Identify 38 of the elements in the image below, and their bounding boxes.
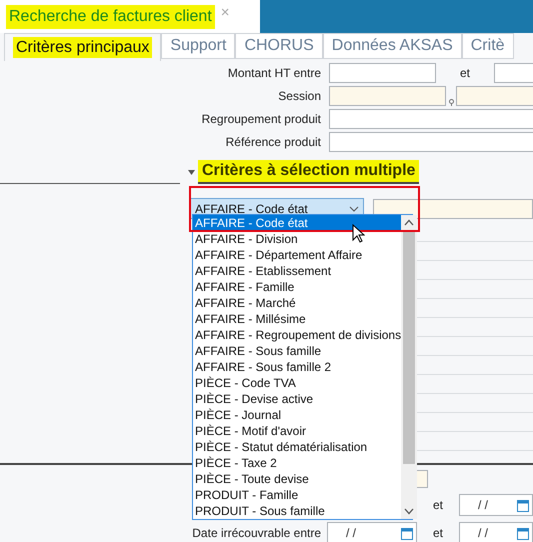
- list-item[interactable]: PIÈCE - Journal: [193, 407, 402, 423]
- date-field[interactable]: / /: [327, 522, 417, 542]
- list-item[interactable]: PRODUIT - Famille: [193, 487, 402, 503]
- document-tab[interactable]: Recherche de factures client ×: [0, 0, 260, 33]
- list-item[interactable]: AFFAIRE - Sous famille: [193, 343, 402, 359]
- field-label: Référence produit: [224, 135, 321, 149]
- list-item[interactable]: AFFAIRE - Sous famille 2: [193, 359, 402, 375]
- list-item[interactable]: PIÈCE - Devise active: [193, 391, 402, 407]
- list-item[interactable]: AFFAIRE - Millésime: [193, 311, 402, 327]
- list-item[interactable]: AFFAIRE - Division: [193, 231, 402, 247]
- field-label: Montant HT entre: [226, 66, 321, 80]
- tab[interactable]: Critères principaux: [4, 33, 162, 61]
- field-label: et: [432, 526, 444, 540]
- list-item[interactable]: PIÈCE - Code TVA: [193, 375, 402, 391]
- tab[interactable]: CHORUS: [235, 33, 323, 59]
- list-item[interactable]: AFFAIRE - Famille: [193, 279, 402, 295]
- tab[interactable]: Critè: [462, 33, 514, 59]
- list-item[interactable]: AFFAIRE - Code état: [193, 215, 402, 231]
- tab[interactable]: Données AKSAS: [322, 33, 462, 59]
- field-label: et: [432, 498, 444, 512]
- list-item[interactable]: PRODUIT - Sous famille: [193, 503, 402, 519]
- date-field[interactable]: / /: [459, 494, 533, 516]
- field-label: et: [458, 66, 471, 80]
- document-title: Recherche de factures client: [6, 4, 215, 28]
- section-header[interactable]: Critères à sélection multiple: [198, 160, 420, 184]
- list-item[interactable]: PIÈCE - Statut dématérialisation: [193, 439, 402, 455]
- list-item[interactable]: PIÈCE - Taxe 2: [193, 455, 402, 471]
- list-item[interactable]: PIÈCE - Toute devise: [193, 471, 402, 487]
- list-item[interactable]: AFFAIRE - Marché: [193, 295, 402, 311]
- list-item[interactable]: AFFAIRE - Etablissement: [193, 263, 402, 279]
- list-item[interactable]: AFFAIRE - Regroupement de divisions: [193, 327, 402, 343]
- date-field[interactable]: / /: [459, 522, 533, 542]
- list-item[interactable]: AFFAIRE - Département Affaire: [193, 247, 402, 263]
- list-item[interactable]: PIÈCE - Motif d'avoir: [193, 423, 402, 439]
- field-label: Session: [277, 89, 321, 103]
- tab[interactable]: Support: [161, 33, 236, 59]
- field-label: Regroupement produit: [200, 112, 321, 126]
- field-label: Date irrécouvrable entre: [191, 526, 321, 540]
